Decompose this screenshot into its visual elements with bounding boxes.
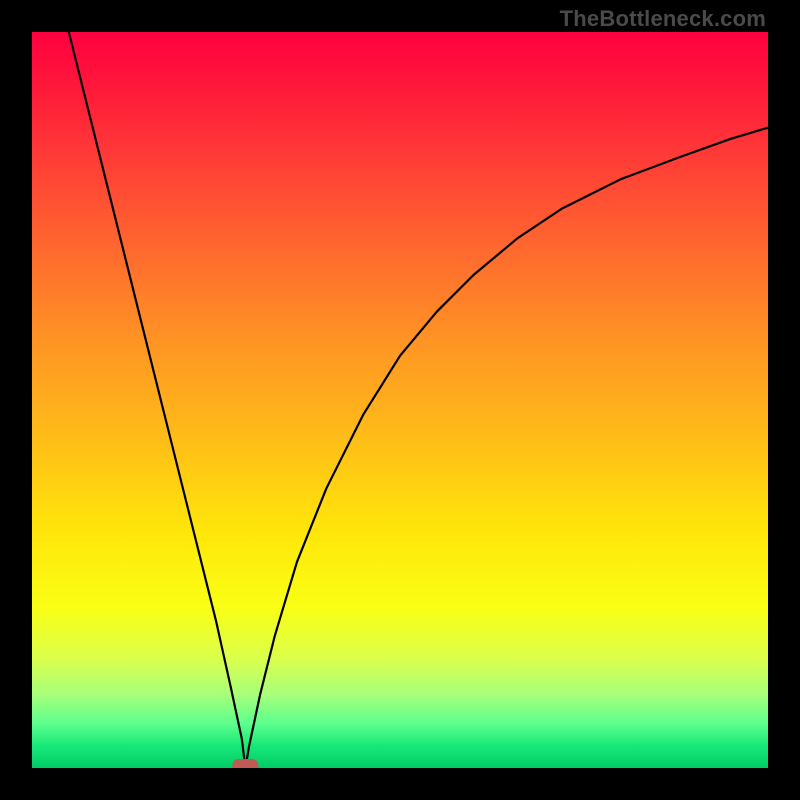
chart-frame: TheBottleneck.com (0, 0, 800, 800)
curve-layer (32, 32, 768, 768)
bottleneck-curve (69, 32, 768, 768)
minimum-marker (232, 759, 258, 768)
plot-area (32, 32, 768, 768)
watermark-text: TheBottleneck.com (560, 6, 766, 32)
